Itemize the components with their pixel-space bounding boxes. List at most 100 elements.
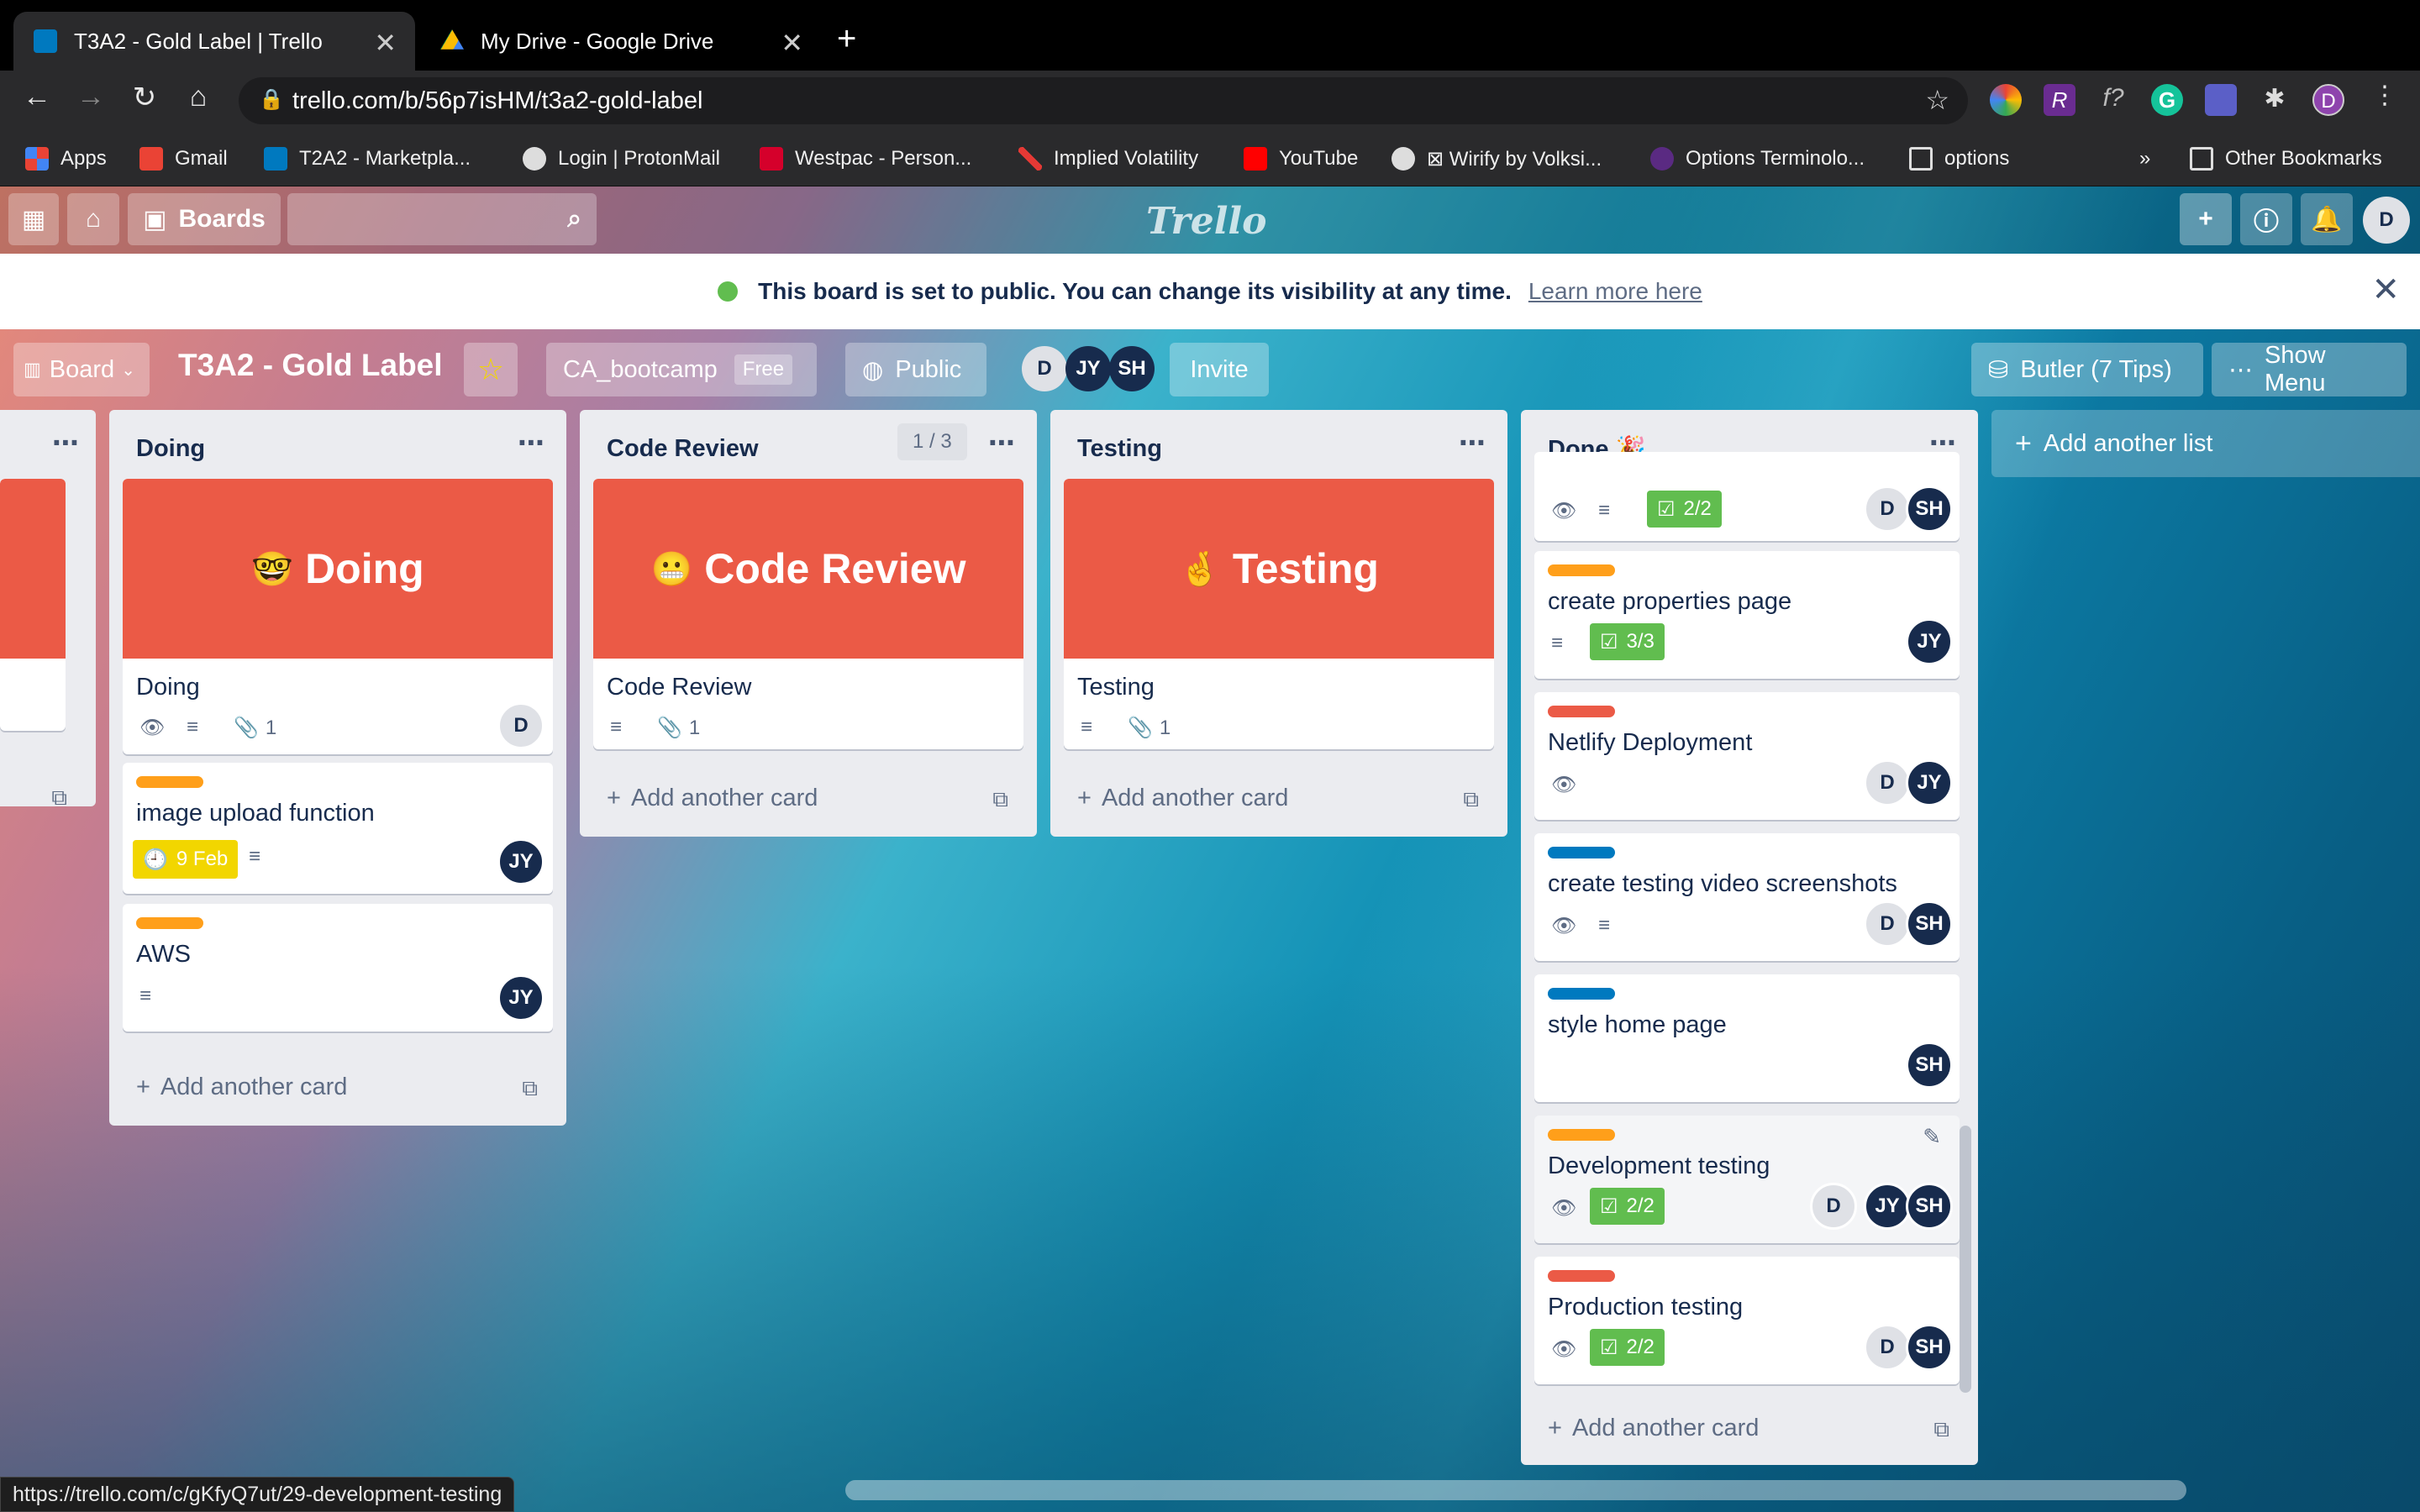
list-menu-icon[interactable]: ⋯ bbox=[518, 427, 544, 459]
list-menu-icon[interactable]: ⋯ bbox=[1459, 427, 1486, 459]
card-member-avatar[interactable]: JY bbox=[497, 838, 544, 885]
extension-icon[interactable] bbox=[2205, 84, 2237, 116]
card-member-avatar[interactable]: D bbox=[1864, 486, 1911, 533]
bookmark-implied-volatility[interactable]: Implied Volatility bbox=[1018, 144, 1198, 173]
trello-logo[interactable]: Trello bbox=[1146, 200, 1267, 243]
card-member-avatar[interactable]: SH bbox=[1906, 900, 1953, 948]
grammarly-icon[interactable]: G bbox=[2151, 84, 2183, 116]
template-icon[interactable]: ⧉ bbox=[522, 1075, 538, 1102]
card-partial[interactable] bbox=[0, 479, 66, 731]
list-title[interactable]: Code Review bbox=[607, 435, 759, 463]
bookmark-other-bookmarks[interactable]: Other Bookmarks bbox=[2190, 144, 2382, 173]
add-card-button[interactable]: + Add another card bbox=[1077, 785, 1288, 812]
bookmark-youtube[interactable]: YouTube bbox=[1244, 144, 1358, 173]
extensions-puzzle-icon[interactable]: ✱ bbox=[2259, 84, 2291, 116]
card-development-testing[interactable]: ✎ Development testing 👁 ☑ 2/2 D JY SH bbox=[1534, 1116, 1960, 1243]
list-scrollbar[interactable] bbox=[1960, 1126, 1971, 1393]
card-done-1[interactable]: 👁 ≡ ☑ 2/2 D SH bbox=[1534, 452, 1960, 541]
list-title[interactable]: Testing bbox=[1077, 435, 1162, 463]
board-horizontal-scrollbar[interactable] bbox=[845, 1480, 2186, 1500]
card-label[interactable] bbox=[1548, 847, 1615, 858]
card-member-avatar[interactable]: D bbox=[497, 702, 544, 749]
bookmark-options-terminology[interactable]: Options Terminolo... bbox=[1650, 144, 1865, 173]
apps-switcher-icon[interactable]: ▦ bbox=[8, 193, 59, 245]
card-member-avatar[interactable]: D bbox=[1864, 900, 1911, 948]
bookmarks-overflow[interactable]: » bbox=[2139, 144, 2150, 173]
home-button-icon[interactable]: ⌂ bbox=[67, 193, 119, 245]
card-code-review[interactable]: 😬 Code Review Code Review ≡ 📎 1 bbox=[593, 479, 1023, 749]
workspace-button[interactable]: CA_bootcamp Free bbox=[546, 343, 817, 396]
card-style-home[interactable]: style home page SH bbox=[1534, 974, 1960, 1102]
card-create-properties[interactable]: create properties page ≡ ☑ 3/3 JY bbox=[1534, 551, 1960, 679]
close-banner-icon[interactable]: ✕ bbox=[2371, 270, 2400, 309]
search-input[interactable]: ⌕ bbox=[287, 193, 597, 245]
card-member-avatar[interactable]: JY bbox=[497, 974, 544, 1021]
card-label[interactable] bbox=[1548, 564, 1615, 576]
template-icon[interactable]: ⧉ bbox=[51, 785, 67, 811]
card-member-avatar[interactable]: JY bbox=[1906, 759, 1953, 806]
card-member-avatar[interactable]: SH bbox=[1906, 1183, 1953, 1230]
card-image-upload[interactable]: image upload function 🕘 9 Feb ≡ JY bbox=[123, 763, 553, 894]
list-menu-icon[interactable]: ⋯ bbox=[988, 427, 1015, 459]
bookmark-wirify[interactable]: ⊠ Wirify by Volksi... bbox=[1392, 144, 1602, 173]
add-card-button[interactable]: + Add another card bbox=[607, 785, 818, 812]
card-label[interactable] bbox=[1548, 1129, 1615, 1141]
card-member-avatar[interactable]: SH bbox=[1906, 486, 1953, 533]
card-member-avatar[interactable]: SH bbox=[1906, 1042, 1953, 1089]
member-avatar[interactable]: D bbox=[1022, 346, 1067, 391]
bookmark-apps[interactable]: Apps bbox=[25, 144, 107, 173]
card-label[interactable] bbox=[136, 776, 203, 788]
color-extension-icon[interactable] bbox=[1990, 84, 2022, 116]
card-label[interactable] bbox=[1548, 988, 1615, 1000]
create-icon[interactable]: + bbox=[2180, 193, 2232, 245]
template-icon[interactable]: ⧉ bbox=[1463, 786, 1479, 813]
user-avatar[interactable]: D bbox=[2363, 197, 2410, 244]
card-member-avatar[interactable]: D bbox=[1864, 1324, 1911, 1371]
card-netlify[interactable]: Netlify Deployment 👁 D JY bbox=[1534, 692, 1960, 820]
template-icon[interactable]: ⧉ bbox=[1933, 1416, 1949, 1443]
learn-more-link[interactable]: Learn more here bbox=[1528, 278, 1702, 305]
card-member-avatar[interactable]: JY bbox=[1906, 618, 1953, 665]
template-icon[interactable]: ⧉ bbox=[992, 786, 1008, 813]
butler-button[interactable]: ⛁ Butler (7 Tips) bbox=[1971, 343, 2203, 396]
card-label[interactable] bbox=[1548, 1270, 1615, 1282]
tab-google-drive[interactable]: My Drive - Google Drive ✕ bbox=[420, 12, 822, 71]
tab-trello[interactable]: T3A2 - Gold Label | Trello ✕ bbox=[13, 12, 415, 71]
close-tab-icon[interactable]: ✕ bbox=[781, 27, 803, 59]
visibility-button[interactable]: ◍ Public bbox=[845, 343, 986, 396]
r-extension-icon[interactable]: R bbox=[2044, 84, 2075, 116]
notifications-bell-icon[interactable]: 🔔 bbox=[2301, 193, 2353, 245]
show-menu-button[interactable]: ⋯ Show Menu bbox=[2212, 342, 2407, 396]
add-card-button[interactable]: + Add another card bbox=[136, 1074, 347, 1101]
member-avatar[interactable]: JY bbox=[1065, 346, 1111, 391]
boards-button[interactable]: ▣ Boards bbox=[128, 193, 281, 245]
card-member-avatar[interactable]: SH bbox=[1906, 1324, 1953, 1371]
formula-extension-icon[interactable]: f? bbox=[2097, 84, 2129, 116]
card-member-avatar[interactable]: D bbox=[1810, 1183, 1857, 1230]
star-board-icon[interactable]: ☆ bbox=[464, 343, 518, 396]
card-member-avatar[interactable]: JY bbox=[1864, 1183, 1911, 1230]
forward-icon[interactable]: → bbox=[71, 81, 111, 113]
info-icon[interactable]: ⓘ bbox=[2240, 193, 2292, 245]
browser-menu-icon[interactable]: ⋮ bbox=[2365, 81, 2405, 110]
card-production-testing[interactable]: Production testing 👁 ☑ 2/2 D SH bbox=[1534, 1257, 1960, 1384]
card-doing[interactable]: 🤓 Doing Doing 👁 ≡ 📎 1 D bbox=[123, 479, 553, 754]
card-testing[interactable]: 🤞 Testing Testing ≡ 📎 1 bbox=[1064, 479, 1494, 749]
card-testing-video[interactable]: create testing video screenshots 👁 ≡ D S… bbox=[1534, 833, 1960, 961]
list-title[interactable]: Doing bbox=[136, 435, 205, 463]
board-title[interactable]: T3A2 - Gold Label bbox=[178, 348, 443, 383]
home-icon[interactable]: ⌂ bbox=[178, 81, 218, 113]
address-bar[interactable]: 🔒 trello.com/b/56p7isHM/t3a2-gold-label … bbox=[239, 77, 1968, 124]
edit-card-icon[interactable]: ✎ bbox=[1923, 1124, 1941, 1150]
due-date-badge[interactable]: 🕘 9 Feb bbox=[133, 840, 239, 879]
close-tab-icon[interactable]: ✕ bbox=[374, 27, 397, 59]
profile-avatar[interactable]: D bbox=[2312, 84, 2344, 116]
bookmark-westpac[interactable]: Westpac - Person... bbox=[760, 144, 971, 173]
add-list-button[interactable]: + Add another list bbox=[1991, 410, 2420, 477]
back-icon[interactable]: ← bbox=[17, 81, 57, 113]
member-avatar[interactable]: SH bbox=[1109, 346, 1155, 391]
card-aws[interactable]: AWS ≡ JY bbox=[123, 904, 553, 1032]
bookmark-protonmail[interactable]: Login | ProtonMail bbox=[523, 144, 720, 173]
card-label[interactable] bbox=[1548, 706, 1615, 717]
card-label[interactable] bbox=[136, 917, 203, 929]
